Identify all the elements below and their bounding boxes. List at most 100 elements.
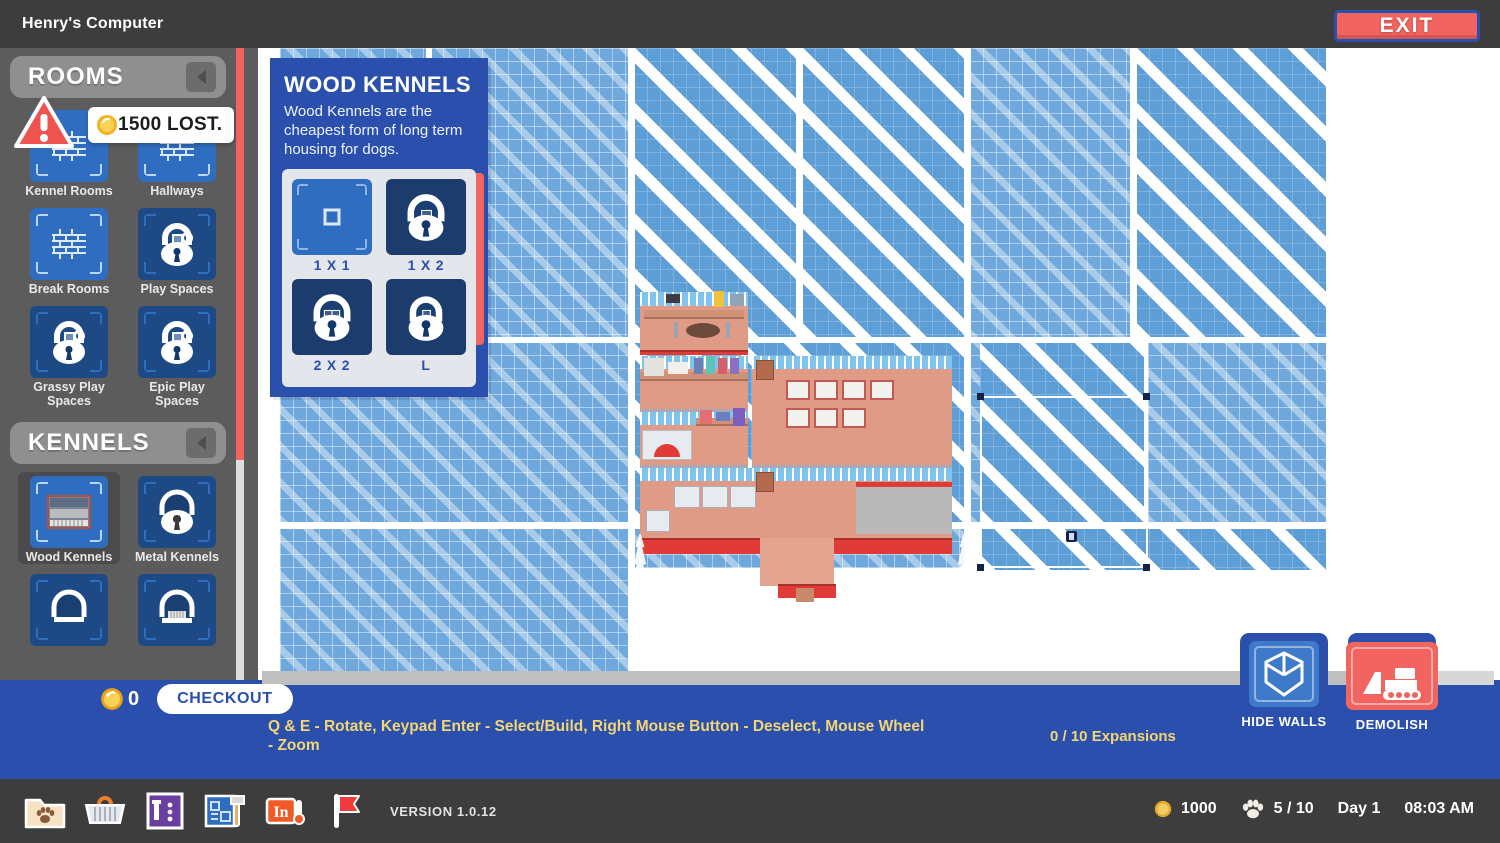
day-counter: Day 1 [1337, 800, 1381, 817]
shopping-basket-icon[interactable] [82, 788, 128, 834]
coin-icon [1154, 800, 1172, 818]
svg-text:In: In [273, 804, 288, 821]
cart-amount: 0 [128, 687, 140, 710]
padlock-icon [386, 279, 466, 355]
brick-wall-icon [30, 208, 108, 280]
coin-icon [97, 115, 117, 135]
size-option-label: 1 X 2 [407, 257, 445, 273]
dog-folder-icon[interactable] [22, 788, 68, 834]
size-option-label: L [421, 357, 431, 373]
padlock-icon [138, 574, 216, 646]
section-title-kennels: KENNELS [28, 429, 150, 456]
section-header-rooms[interactable]: ROOMS [10, 56, 226, 98]
sidebar-item-label: Wood Kennels [25, 550, 113, 564]
section-title-rooms: ROOMS [28, 63, 124, 90]
demolish-label: DEMOLISH [1355, 717, 1429, 732]
game-window: Henry's Computer EXIT ROOMS Kennel Rooms… [0, 0, 1500, 843]
info-panel-description: Wood Kennels are the cheapest form of lo… [284, 103, 463, 158]
title-bar: Henry's Computer EXIT [0, 0, 1500, 48]
sidebar-item-metal-kennels[interactable]: Metal Kennels [126, 472, 228, 564]
kennels-item-grid: Wood Kennels Metal Kennels [0, 468, 236, 654]
dog-count: 5 / 10 [1273, 800, 1314, 817]
warning-triangle-icon [14, 96, 74, 148]
sidebar-scrollbar-thumb[interactable] [236, 48, 244, 460]
sidebar-item-label: Epic Play Spaces [149, 380, 205, 408]
section-header-kennels[interactable]: KENNELS [10, 422, 226, 464]
size-option-1x1[interactable]: 1 X 1 [290, 179, 374, 273]
padlock-icon [292, 279, 372, 355]
money-value: 1000 [1181, 800, 1217, 817]
stats-chart-icon[interactable] [142, 788, 188, 834]
sidebar-item-grassy-play-spaces[interactable]: Grassy Play Spaces [18, 302, 120, 408]
inventory-icon[interactable]: In [262, 788, 308, 834]
checkout-button-label: CHECKOUT [177, 690, 273, 707]
map-tile[interactable] [970, 48, 1132, 338]
cube-icon [1249, 641, 1319, 707]
padlock-icon [138, 476, 216, 548]
hide-walls-label: HIDE WALLS [1241, 714, 1327, 729]
exit-button[interactable]: EXIT [1334, 10, 1480, 42]
selection-handle[interactable] [977, 393, 984, 400]
map-gap [1326, 48, 1500, 720]
demolish-button[interactable]: DEMOLISH [1346, 633, 1438, 735]
hide-walls-button[interactable]: HIDE WALLS [1240, 633, 1328, 735]
sidebar-item-locked-kennel-4[interactable] [126, 570, 228, 648]
blueprint-hammer-icon[interactable] [202, 788, 248, 834]
map-tile-expandable[interactable] [1136, 48, 1326, 338]
sidebar-item-label: Metal Kennels [134, 550, 220, 564]
padlock-icon [138, 306, 216, 378]
sidebar-item-break-rooms[interactable]: Break Rooms [18, 204, 120, 296]
padlock-icon [386, 179, 466, 255]
money-lost-text: 1500 LOST. [118, 114, 223, 135]
size-1x1-icon [292, 179, 372, 255]
map-tile[interactable] [1148, 342, 1326, 524]
size-option-1x2[interactable]: 1 X 2 [384, 179, 468, 273]
window-title: Henry's Computer [22, 15, 164, 32]
sidebar-item-epic-play-spaces[interactable]: Epic Play Spaces [126, 302, 228, 408]
selection-handle[interactable] [1143, 393, 1150, 400]
chevron-left-icon[interactable] [186, 428, 216, 458]
exit-button-label: EXIT [1379, 14, 1435, 37]
taskbar: In VERSION 1.0.12 1000 5 / 10 Day 1 08:0… [0, 779, 1500, 843]
sidebar-item-label: Kennel Rooms [25, 184, 113, 198]
item-info-panel: WOOD KENNELS Wood Kennels are the cheape… [270, 58, 488, 397]
expansions-counter: 0 / 10 Expansions [1050, 728, 1176, 745]
controls-hint-text: Q & E - Rotate, Keypad Enter - Select/Bu… [268, 718, 925, 754]
padlock-icon [138, 208, 216, 280]
map-hscrollbar-thumb[interactable] [262, 671, 1352, 685]
sidebar-item-locked-kennel-3[interactable] [18, 570, 120, 648]
size-option-label: 2 X 2 [313, 357, 351, 373]
sidebar-item-label: Play Spaces [140, 282, 214, 296]
tile-selection-box[interactable] [980, 396, 1148, 568]
map-gap [1130, 48, 1137, 340]
sidebar-item-play-spaces[interactable]: Play Spaces [126, 204, 228, 296]
facility-building[interactable] [632, 288, 972, 602]
selection-handle[interactable] [1143, 564, 1150, 571]
paw-icon [1242, 799, 1263, 819]
padlock-icon [30, 574, 108, 646]
map-tile[interactable] [280, 528, 628, 690]
checkout-button[interactable]: CHECKOUT [157, 684, 293, 714]
wood-kennel-icon [30, 476, 108, 548]
sidebar-item-wood-kennels[interactable]: Wood Kennels [18, 472, 120, 564]
size-option-2x2[interactable]: 2 X 2 [290, 279, 374, 373]
money-lost-toast: 1500 LOST. [88, 107, 235, 143]
status-bar: 1000 5 / 10 Day 1 08:03 AM [1154, 798, 1474, 820]
red-flag-icon[interactable] [322, 788, 368, 834]
size-option-label: 1 X 1 [313, 257, 351, 273]
sidebar-item-label: Hallways [150, 184, 204, 198]
sidebar-item-label: Grassy Play Spaces [33, 380, 105, 408]
mouse-cursor-icon [1066, 531, 1077, 542]
sidebar-item-label: Break Rooms [28, 282, 110, 296]
info-panel-title: WOOD KENNELS [284, 72, 471, 97]
coin-icon [101, 688, 123, 710]
chevron-left-icon[interactable] [186, 62, 216, 92]
size-option-l[interactable]: L [384, 279, 468, 373]
version-label: VERSION 1.0.12 [390, 803, 497, 819]
cart-row: 0 CHECKOUT [100, 684, 293, 714]
selection-handle[interactable] [977, 564, 984, 571]
padlock-icon [30, 306, 108, 378]
taskbar-icon-group: In VERSION 1.0.12 [22, 788, 497, 834]
clock-time: 08:03 AM [1404, 800, 1474, 817]
size-variant-grid: 1 X 1 1 X 2 2 X 2 L [282, 169, 484, 387]
